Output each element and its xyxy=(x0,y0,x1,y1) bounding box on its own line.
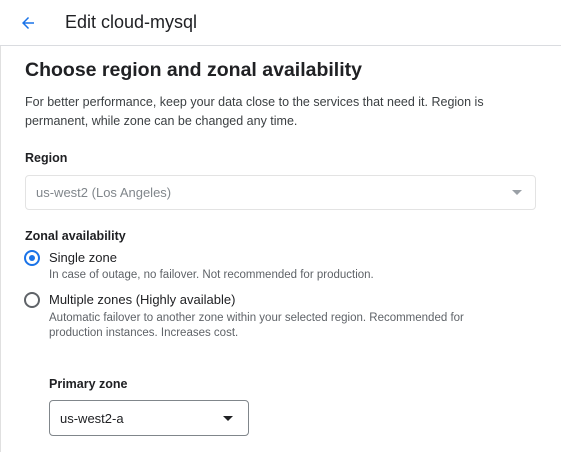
radio-multiple-zones-label[interactable]: Multiple zones (Highly available) xyxy=(49,292,235,307)
section-description: For better performance, keep your data c… xyxy=(25,95,484,128)
multiple-zones-help: Automatic failover to another zone withi… xyxy=(49,312,464,339)
dropdown-arrow-icon xyxy=(512,190,522,195)
dropdown-arrow-icon xyxy=(223,416,233,421)
zonal-availability-label: Zonal availability xyxy=(25,229,126,243)
primary-zone-select[interactable]: us-west2-a xyxy=(49,400,249,436)
section-title: Choose region and zonal availability xyxy=(25,59,362,81)
single-zone-help: In case of outage, no failover. Not reco… xyxy=(49,269,374,281)
radio-single-zone-label[interactable]: Single zone xyxy=(49,250,117,265)
left-divider xyxy=(0,46,4,452)
region-select: us-west2 (Los Angeles) xyxy=(25,175,536,210)
region-label: Region xyxy=(25,151,68,165)
radio-unchecked-icon[interactable] xyxy=(24,292,40,308)
primary-zone-label: Primary zone xyxy=(49,377,128,391)
arrow-back-icon xyxy=(22,17,34,29)
region-value: us-west2 (Los Angeles) xyxy=(36,185,172,200)
top-bar: Edit cloud-mysql xyxy=(0,0,561,46)
radio-checked-icon[interactable] xyxy=(24,250,40,266)
page-title: Edit cloud-mysql xyxy=(65,12,198,32)
back-button[interactable] xyxy=(14,9,42,37)
primary-zone-value: us-west2-a xyxy=(60,411,124,426)
